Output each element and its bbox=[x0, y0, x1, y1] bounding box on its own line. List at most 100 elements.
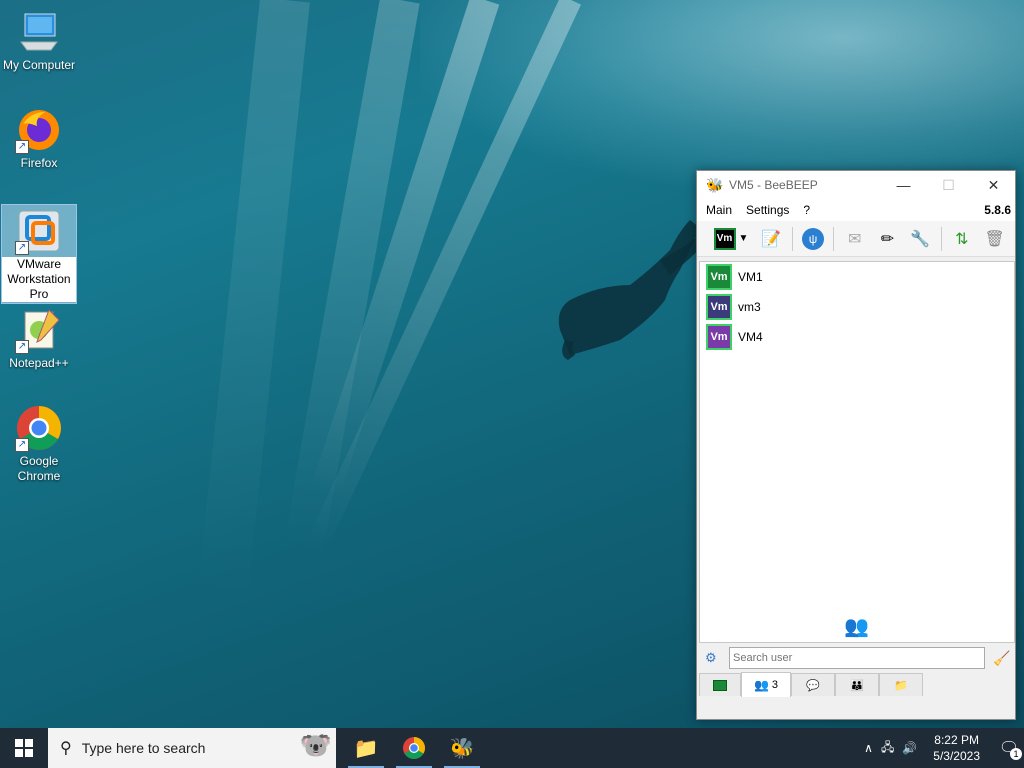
tab-status[interactable] bbox=[699, 673, 741, 696]
clock-time: 8:22 PM bbox=[934, 733, 979, 747]
taskbar-chrome[interactable] bbox=[390, 728, 438, 768]
tab-chats[interactable]: 💬 bbox=[791, 673, 835, 696]
maximize-button[interactable]: ☐ bbox=[926, 171, 971, 199]
trash-icon: 🗑 bbox=[984, 230, 1005, 248]
list-item[interactable]: Vm vm3 bbox=[700, 292, 1014, 322]
chrome-icon bbox=[403, 737, 425, 759]
tab-groups[interactable]: 👪 bbox=[835, 673, 879, 696]
status-icon bbox=[713, 679, 727, 691]
update-button[interactable]: ⇅ bbox=[950, 226, 975, 252]
tools-button[interactable]: 🔧 bbox=[908, 226, 933, 252]
edit-profile-icon: 📝 bbox=[761, 230, 782, 248]
toolbar: Vm ▼ 📝 ψ ✉ ✏ 🔧 ⇅ 🗑 bbox=[697, 221, 1015, 257]
send-message-button[interactable]: ✉ bbox=[842, 226, 867, 252]
computer-icon bbox=[15, 8, 63, 56]
vmware-icon: ↗ bbox=[15, 207, 63, 255]
network-button[interactable]: ψ bbox=[801, 226, 826, 252]
avatar: Vm bbox=[706, 264, 732, 290]
tab-users[interactable]: 👥 3 bbox=[741, 672, 791, 697]
search-row: ⚙ 🧹 bbox=[699, 645, 1015, 671]
status-button[interactable]: Vm ▼ bbox=[711, 226, 751, 252]
users-count: 3 bbox=[771, 679, 779, 691]
koala-icon: 🐨 bbox=[299, 730, 332, 760]
system-tray: ∧ 🖧 🔊 8:22 PM 5/3/2023 🗨 1 bbox=[864, 728, 1024, 768]
start-button[interactable] bbox=[0, 728, 48, 768]
bee-icon: 🐝 bbox=[706, 177, 724, 193]
gear-icon[interactable]: ⚙ bbox=[705, 650, 725, 666]
status-badge: Vm bbox=[713, 227, 736, 250]
desktop-icon-label: Notepad++ bbox=[9, 356, 69, 370]
toolbar-separator bbox=[791, 226, 793, 251]
search-input[interactable] bbox=[729, 647, 985, 669]
edit-profile-button[interactable]: 📝 bbox=[759, 226, 784, 252]
swimmer-silhouette bbox=[558, 220, 708, 360]
clear-search-icon[interactable]: 🧹 bbox=[993, 650, 1010, 667]
close-button[interactable]: ✕ bbox=[971, 171, 1016, 199]
files-icon: 📁 bbox=[894, 679, 908, 692]
clock[interactable]: 8:22 PM 5/3/2023 bbox=[933, 732, 980, 764]
taskbar-search[interactable]: ⚲ Type here to search 🐨 bbox=[48, 728, 336, 768]
network-icon: ψ bbox=[802, 227, 825, 250]
menu-help[interactable]: ? bbox=[798, 203, 815, 217]
network-icon[interactable]: 🖧 bbox=[881, 738, 894, 759]
desktop-icon-my-computer[interactable]: My Computer bbox=[1, 8, 77, 73]
notification-button[interactable]: 🗨 1 bbox=[994, 728, 1024, 768]
list-item[interactable]: Vm VM4 bbox=[700, 322, 1014, 352]
avatar: Vm bbox=[706, 324, 732, 350]
write-button[interactable]: ✏ bbox=[875, 226, 900, 252]
search-placeholder: Type here to search bbox=[81, 740, 206, 756]
groups-icon: 👪 bbox=[850, 679, 864, 692]
menu-main[interactable]: Main bbox=[701, 203, 737, 217]
pencil-icon: ✏ bbox=[880, 230, 895, 248]
menu-settings[interactable]: Settings bbox=[741, 203, 794, 217]
window-title: VM5 - BeeBEEP bbox=[729, 178, 818, 192]
toolbar-separator bbox=[940, 226, 942, 251]
shortcut-arrow-icon: ↗ bbox=[15, 438, 29, 452]
beebeep-window[interactable]: 🐝 VM5 - BeeBEEP — ☐ ✕ Main Settings ? 5.… bbox=[696, 170, 1016, 720]
desktop-icon-label: My Computer bbox=[2, 58, 76, 72]
chevron-down-icon: ▼ bbox=[738, 233, 749, 244]
shortcut-arrow-icon: ↗ bbox=[15, 241, 29, 255]
title-bar[interactable]: 🐝 VM5 - BeeBEEP — ☐ ✕ bbox=[697, 171, 1015, 199]
notepadpp-icon: ↗ bbox=[15, 306, 63, 354]
menu-bar: Main Settings ? 5.8.6 bbox=[697, 199, 1015, 221]
desktop-icon-chrome[interactable]: ↗ Google Chrome bbox=[1, 404, 77, 484]
tools-icon: 🔧 bbox=[910, 230, 931, 248]
trash-button[interactable]: 🗑 bbox=[982, 226, 1007, 252]
desktop-icon-label: Firefox bbox=[20, 156, 58, 170]
shortcut-arrow-icon: ↗ bbox=[15, 140, 29, 154]
user-list: Vm VM1 Vm vm3 Vm VM4 👥 bbox=[699, 261, 1015, 643]
taskbar-file-explorer[interactable]: 📁 bbox=[342, 728, 390, 768]
user-name: vm3 bbox=[738, 300, 761, 314]
sea-surface bbox=[420, 0, 1024, 190]
desktop-icon-label: VMware Workstation Pro bbox=[2, 257, 76, 302]
list-item[interactable]: Vm VM1 bbox=[700, 262, 1014, 292]
users-icon: 👥 bbox=[753, 678, 769, 692]
envelope-icon: ✉ bbox=[848, 230, 862, 248]
desktop-icon-notepadpp[interactable]: ↗ Notepad++ bbox=[1, 306, 77, 371]
shortcut-arrow-icon: ↗ bbox=[15, 340, 29, 354]
chat-icon: 💬 bbox=[806, 679, 820, 692]
user-name: VM1 bbox=[738, 270, 763, 284]
bottom-tabs: 👥 3 💬 👪 📁 bbox=[699, 672, 923, 697]
light-ray bbox=[197, 0, 310, 600]
clock-date: 5/3/2023 bbox=[933, 749, 980, 763]
desktop-icon-firefox[interactable]: ↗ Firefox bbox=[1, 106, 77, 171]
taskbar-beebeep[interactable]: 🐝 bbox=[438, 728, 486, 768]
volume-icon[interactable]: 🔊 bbox=[902, 741, 917, 755]
light-ray bbox=[283, 0, 420, 555]
desktop-icon-label: Google Chrome bbox=[17, 454, 61, 483]
minimize-button[interactable]: — bbox=[881, 171, 926, 199]
toolbar-separator bbox=[833, 226, 835, 251]
bee-icon: 🐝 bbox=[449, 737, 475, 760]
update-icon: ⇅ bbox=[955, 230, 969, 248]
chrome-icon: ↗ bbox=[15, 404, 63, 452]
taskbar: ⚲ Type here to search 🐨 📁 🐝 ∧ 🖧 🔊 8:22 P… bbox=[0, 728, 1024, 768]
firefox-icon: ↗ bbox=[15, 106, 63, 154]
tab-files[interactable]: 📁 bbox=[879, 673, 923, 696]
avatar: Vm bbox=[706, 294, 732, 320]
desktop-icon-vmware[interactable]: ↗ VMware Workstation Pro bbox=[1, 204, 77, 304]
users-icon: 👥 bbox=[844, 616, 869, 638]
chevron-up-icon[interactable]: ∧ bbox=[864, 741, 873, 755]
folder-icon: 📁 bbox=[353, 737, 379, 760]
